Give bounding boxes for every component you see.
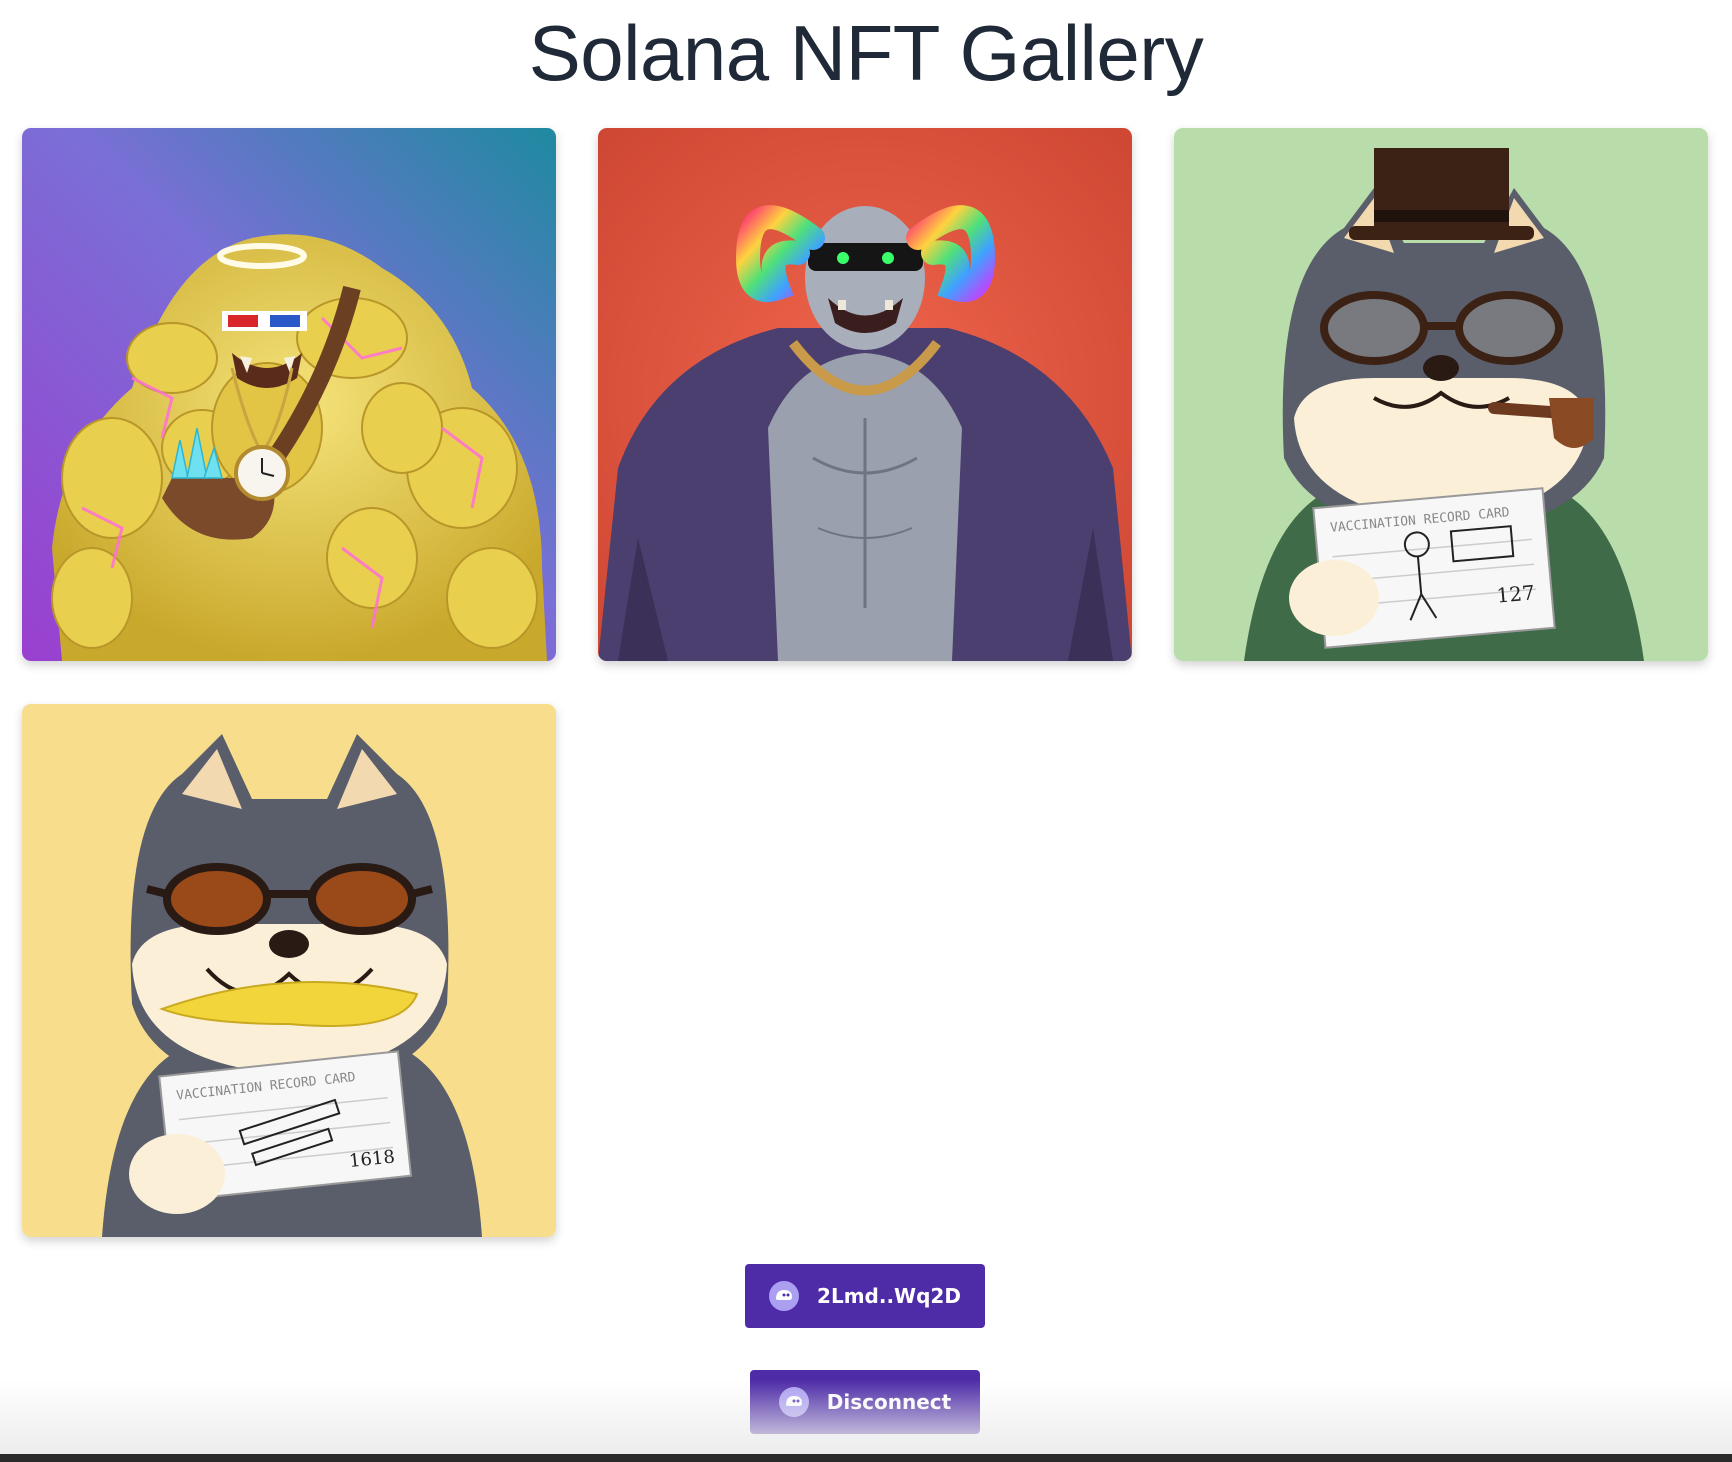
phantom-ghost-icon <box>769 1281 800 1311</box>
disconnect-button[interactable]: Disconnect <box>750 1370 980 1434</box>
nft-card-1[interactable] <box>22 128 556 661</box>
nft-card-4[interactable]: VACCINATION RECORD CARD 1618 <box>22 704 556 1237</box>
phantom-ghost-icon <box>778 1387 809 1417</box>
wallet-address-label: 2Lmd..Wq2D <box>817 1284 961 1308</box>
page-title: Solana NFT Gallery <box>528 9 1204 97</box>
golem-nft-image <box>22 128 556 661</box>
nft-card-3[interactable]: VACCINATION RECORD CARD 127 <box>1174 128 1708 661</box>
shiba-sunglasses-banana-nft-image: VACCINATION RECORD CARD 1618 <box>22 704 556 1237</box>
disconnect-label: Disconnect <box>826 1390 952 1414</box>
ram-horned-brute-nft-image <box>598 128 1132 661</box>
vaccination-card-number: 127 <box>1496 580 1536 607</box>
shiba-top-hat-pipe-nft-image: VACCINATION RECORD CARD 127 <box>1174 128 1708 661</box>
wallet-address-button[interactable]: 2Lmd..Wq2D <box>745 1264 985 1328</box>
bottom-edge-bar <box>0 1454 1732 1462</box>
nft-card-2[interactable] <box>598 128 1132 661</box>
